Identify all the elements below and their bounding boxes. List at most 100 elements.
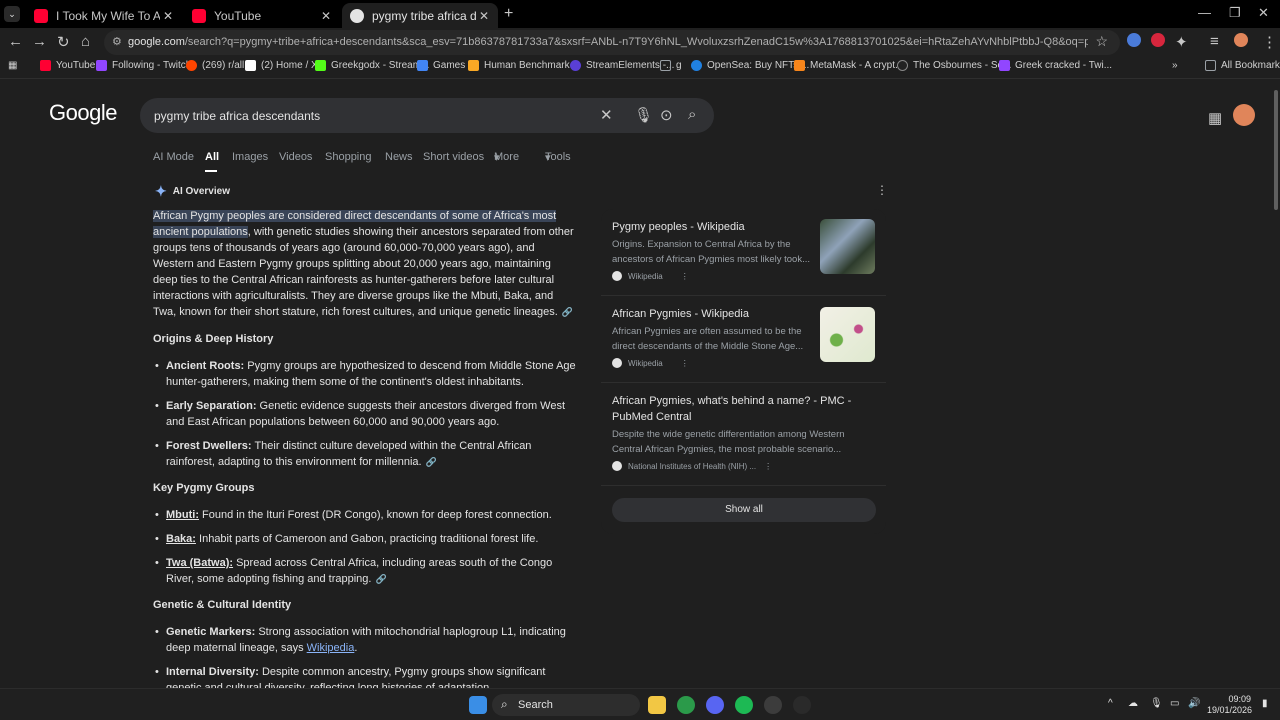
tab-images[interactable]: Images — [232, 151, 268, 163]
google-logo[interactable]: Google — [49, 100, 117, 126]
minimize-icon[interactable]: — — [1198, 5, 1211, 20]
scrollbar-thumb[interactable] — [1274, 90, 1278, 210]
site-info-icon[interactable]: ⚙ — [112, 35, 122, 48]
microphone-icon[interactable]: 🎙 — [1150, 698, 1163, 709]
wikipedia-link[interactable]: Wikipedia — [307, 642, 355, 654]
x-icon — [245, 60, 256, 71]
more-options-icon[interactable]: ⋮ — [681, 272, 689, 281]
bookmark-opensea[interactable]: OpenSea: Buy NFTs,... — [691, 60, 809, 71]
bookmark-folder-g[interactable]: g — [660, 60, 682, 71]
source-title[interactable]: African Pygmies, what's behind a name? -… — [612, 393, 862, 425]
bookmark-streamelements[interactable]: StreamElements -... — [570, 60, 674, 71]
close-tab-icon[interactable]: ✕ — [160, 9, 176, 23]
tab-short-videos[interactable]: Short videos — [423, 151, 484, 163]
bookmark-metamask[interactable]: MetaMask - A crypt... — [794, 60, 903, 71]
tab-video[interactable]: I Took My Wife To Africa's Most ✕ — [26, 3, 182, 28]
bookmark-x[interactable]: (2) Home / X — [245, 60, 318, 71]
link-icon[interactable]: 🔗 — [375, 574, 386, 584]
section-heading: Origins & Deep History — [153, 333, 274, 345]
extensions-puzzle-icon[interactable]: ✦ — [1175, 33, 1188, 51]
back-icon[interactable]: ← — [8, 33, 23, 50]
bookmark-reddit[interactable]: (269) r/all — [186, 60, 244, 71]
bookmarks-bar: ▦ YouTube Following - Twitch (269) r/all… — [0, 57, 1280, 79]
all-bookmarks[interactable]: All Bookmarks — [1205, 60, 1280, 71]
extension-icon[interactable] — [1151, 33, 1165, 47]
tab-google-search[interactable]: pygmy tribe africa descendants ✕ — [342, 3, 498, 28]
google-apps-icon[interactable]: ▦ — [1208, 109, 1222, 127]
bookmark-human-benchmark[interactable]: Human Benchmark... — [468, 60, 578, 71]
more-options-icon[interactable]: ⋮ — [876, 183, 888, 197]
games-icon — [417, 60, 428, 71]
search-icon[interactable]: ⌕ — [688, 106, 696, 123]
app-icon[interactable] — [793, 696, 811, 714]
volume-icon[interactable]: 🔊 — [1188, 698, 1200, 709]
link-icon[interactable]: 🔗 — [426, 457, 437, 467]
show-hidden-icons[interactable]: ^ — [1108, 698, 1113, 709]
system-clock[interactable]: 09:09 19/01/2026 — [1207, 694, 1252, 716]
tab-title: I Took My Wife To Africa's Most — [56, 8, 160, 23]
tab-search-button[interactable]: ⌄ — [4, 6, 20, 22]
more-options-icon[interactable]: ⋮ — [681, 359, 689, 368]
source-card[interactable]: African Pygmies, what's behind a name? -… — [612, 393, 882, 471]
file-explorer-icon[interactable] — [648, 696, 666, 714]
term-link[interactable]: Twa (Batwa): — [166, 557, 233, 569]
tab-ai-mode[interactable]: AI Mode — [153, 151, 194, 163]
browser-menu-icon[interactable]: ⋮ — [1262, 33, 1277, 51]
close-window-icon[interactable]: ✕ — [1258, 5, 1269, 21]
more-bookmarks-icon[interactable]: » — [1172, 60, 1178, 71]
restore-icon[interactable]: ❐ — [1229, 5, 1241, 21]
steam-icon[interactable] — [764, 696, 782, 714]
clear-icon[interactable]: ✕ — [600, 106, 613, 124]
forward-icon[interactable]: → — [32, 33, 47, 50]
spotify-icon[interactable] — [735, 696, 753, 714]
show-all-button[interactable]: Show all — [612, 498, 876, 522]
map-thumbnail[interactable] — [820, 307, 875, 362]
reading-list-icon[interactable]: ≡ — [1210, 33, 1219, 50]
more-options-icon[interactable]: ⋮ — [764, 462, 772, 471]
tab-shopping[interactable]: Shopping — [325, 151, 372, 163]
apps-grid-icon[interactable]: ▦ — [8, 60, 17, 71]
tab-youtube[interactable]: YouTube ✕ — [184, 3, 340, 28]
bookmark-twitch-greek[interactable]: Greek cracked - Twi... — [999, 60, 1112, 71]
source-thumbnail[interactable] — [820, 219, 875, 274]
bookmark-games[interactable]: Games — [417, 60, 465, 71]
address-bar[interactable]: ⚙ google.com/search?q=pygmy+tribe+africa… — [104, 30, 1120, 55]
source-title[interactable]: African Pygmies - Wikipedia — [612, 306, 812, 322]
new-tab-icon[interactable]: + — [504, 5, 513, 23]
source-title[interactable]: Pygmy peoples - Wikipedia — [612, 219, 812, 235]
discord-icon[interactable] — [706, 696, 724, 714]
extension-icon[interactable] — [1127, 33, 1141, 47]
reload-icon[interactable]: ↻ — [57, 33, 70, 51]
bookmark-osbournes[interactable]: The Osbournes - Se... — [897, 60, 1011, 71]
term-link[interactable]: Baka: — [166, 533, 196, 545]
link-icon[interactable]: 🔗 — [562, 307, 573, 317]
bookmark-kick[interactable]: Greekgodx - Stream... — [315, 60, 429, 71]
url-text[interactable]: google.com/search?q=pygmy+tribe+africa+d… — [128, 36, 1088, 48]
tab-all[interactable]: All — [205, 151, 219, 163]
search-box[interactable]: pygmy tribe africa descendants ✕ 🎙 ⊙ ⌕ — [140, 98, 714, 133]
lens-icon[interactable]: ⊙ — [660, 106, 673, 124]
close-tab-icon[interactable]: ✕ — [476, 9, 492, 23]
onedrive-icon[interactable]: ☁ — [1128, 698, 1138, 709]
home-icon[interactable]: ⌂ — [81, 33, 90, 50]
chrome-icon[interactable] — [677, 696, 695, 714]
profile-avatar[interactable] — [1234, 33, 1248, 47]
account-avatar[interactable] — [1233, 104, 1255, 126]
tab-news[interactable]: News — [385, 151, 413, 163]
tab-tools[interactable]: Tools ▾ — [545, 151, 571, 164]
tab-videos[interactable]: Videos — [279, 151, 312, 163]
close-tab-icon[interactable]: ✕ — [318, 9, 334, 23]
network-icon[interactable]: ▭ — [1170, 698, 1179, 709]
notifications-icon[interactable]: ▮ — [1262, 698, 1268, 709]
windows-start-icon[interactable] — [469, 696, 487, 714]
search-input[interactable]: pygmy tribe africa descendants — [154, 109, 320, 123]
tab-more[interactable]: More ▾ — [494, 151, 519, 164]
bookmark-youtube[interactable]: YouTube — [40, 60, 95, 71]
term-link[interactable]: Mbuti: — [166, 509, 199, 521]
bookmark-twitch[interactable]: Following - Twitch — [96, 60, 191, 71]
bookmark-star-icon[interactable]: ☆ — [1095, 33, 1108, 50]
voice-search-icon[interactable]: 🎙 — [634, 106, 653, 124]
taskbar-search[interactable]: ⌕ Search — [492, 694, 640, 716]
ai-overview-header: ✦ AI Overview — [155, 183, 230, 199]
page-scrollbar[interactable] — [1272, 80, 1280, 688]
